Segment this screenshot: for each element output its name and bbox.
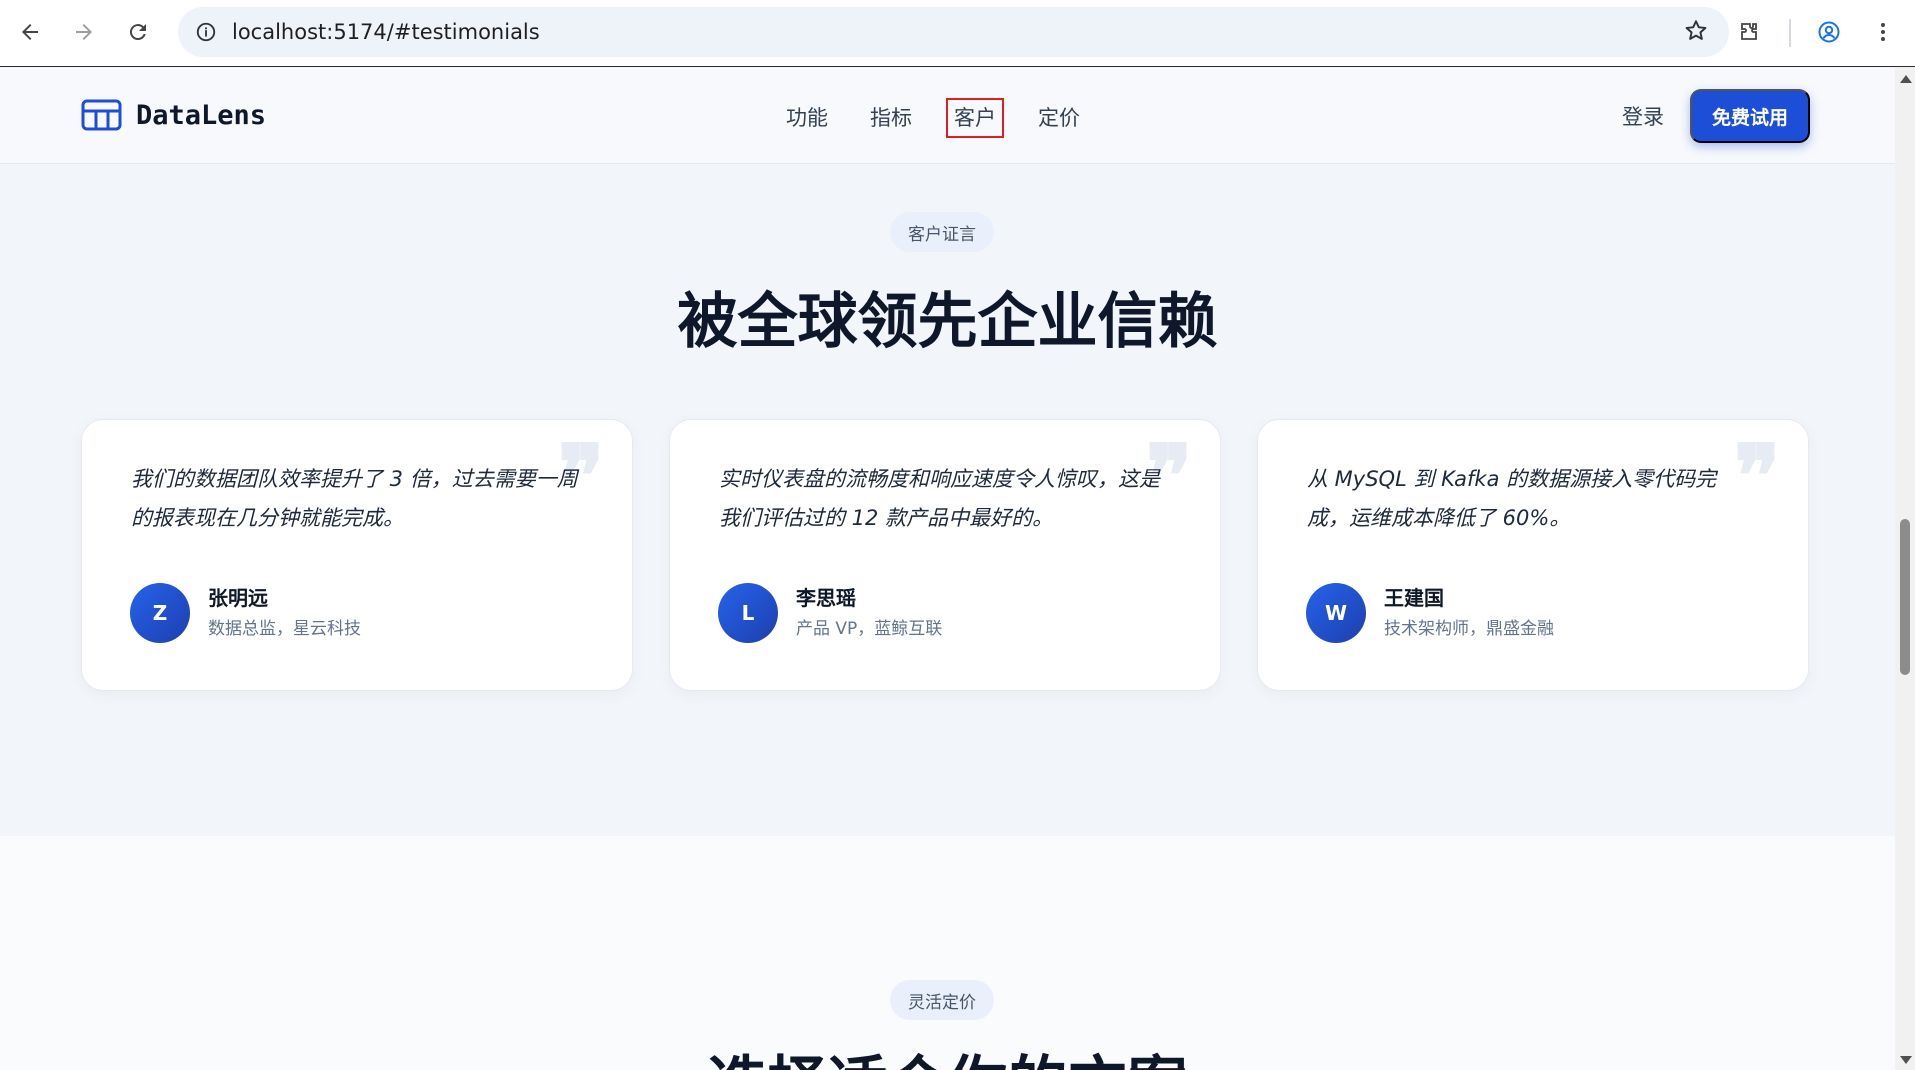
free-trial-button[interactable]: 免费试用 (1690, 89, 1810, 143)
forward-arrow-icon[interactable] (64, 12, 104, 52)
testimonials-title: 被全球领先企业信赖 (677, 287, 1218, 357)
toolbar-divider (1789, 19, 1791, 47)
brand-name: DataLens (136, 99, 267, 131)
testimonial-quote: 实时仪表盘的流畅度和响应速度令人惊叹，这是我们评估过的 12 款产品中最好的。 (719, 467, 1160, 530)
nav-link-features[interactable]: 功能 (778, 98, 836, 138)
testimonials-eyebrow: 客户证言 (890, 212, 994, 252)
nav-link-pricing[interactable]: 定价 (1030, 98, 1088, 138)
author-name: 王建国 (1384, 586, 1444, 610)
brand-logo[interactable]: DataLens (81, 99, 266, 131)
avatar: W (1306, 583, 1366, 643)
testimonial-quote: 我们的数据团队效率提升了 3 倍，过去需要一周的报表现在几分钟就能完成。 (131, 467, 578, 530)
testimonial-card: ❞ 从 MySQL 到 Kafka 的数据源接入零代码完成，运维成本降低了 60… (1257, 419, 1809, 691)
profile-icon[interactable] (1809, 12, 1849, 52)
testimonial-card: ❞ 实时仪表盘的流畅度和响应速度令人惊叹，这是我们评估过的 12 款产品中最好的… (669, 419, 1221, 691)
scroll-up-arrow-icon[interactable] (1900, 75, 1912, 83)
scroll-down-arrow-icon[interactable] (1900, 1056, 1912, 1064)
page-viewport: DataLens 功能 指标 客户 定价 登录 免费试用 客户证言 被全球领先企… (0, 68, 1895, 1070)
address-bar[interactable]: localhost:5174/#testimonials (178, 7, 1729, 57)
nav-link-customers[interactable]: 客户 (946, 98, 1004, 138)
back-arrow-icon[interactable] (10, 12, 50, 52)
reload-icon[interactable] (118, 12, 158, 52)
author-name: 李思瑶 (796, 586, 856, 610)
extensions-icon[interactable] (1729, 12, 1769, 52)
pricing-section (0, 836, 1895, 1070)
avatar: L (718, 583, 778, 643)
login-link[interactable]: 登录 (1622, 97, 1664, 137)
scrollbar-thumb[interactable] (1900, 519, 1910, 675)
site-info-icon[interactable] (192, 18, 220, 46)
url-text[interactable]: localhost:5174/#testimonials (232, 20, 540, 44)
page-scrollbar[interactable] (1895, 67, 1915, 1070)
main-nav: 功能 指标 客户 定价 (778, 98, 1114, 138)
more-menu-icon[interactable] (1863, 12, 1903, 52)
pricing-eyebrow: 灵活定价 (890, 980, 994, 1020)
pricing-title: 选择适合你的方案 (0, 1036, 1895, 1070)
nav-link-metrics[interactable]: 指标 (862, 98, 920, 138)
avatar: Z (130, 583, 190, 643)
site-header: DataLens 功能 指标 客户 定价 登录 免费试用 (0, 68, 1895, 164)
author-name: 张明远 (208, 586, 268, 610)
author-role: 技术架构师，鼎盛金融 (1384, 619, 1554, 639)
browser-toolbar: localhost:5174/#testimonials (0, 0, 1915, 67)
bookmark-star-icon[interactable] (1683, 18, 1711, 46)
testimonial-quote: 从 MySQL 到 Kafka 的数据源接入零代码完成，运维成本降低了 60%。 (1307, 467, 1717, 530)
author-role: 产品 VP，蓝鲸互联 (796, 619, 943, 639)
table-icon (81, 99, 122, 131)
testimonial-card: ❞ 我们的数据团队效率提升了 3 倍，过去需要一周的报表现在几分钟就能完成。 Z… (81, 419, 633, 691)
author-role: 数据总监，星云科技 (208, 619, 361, 639)
